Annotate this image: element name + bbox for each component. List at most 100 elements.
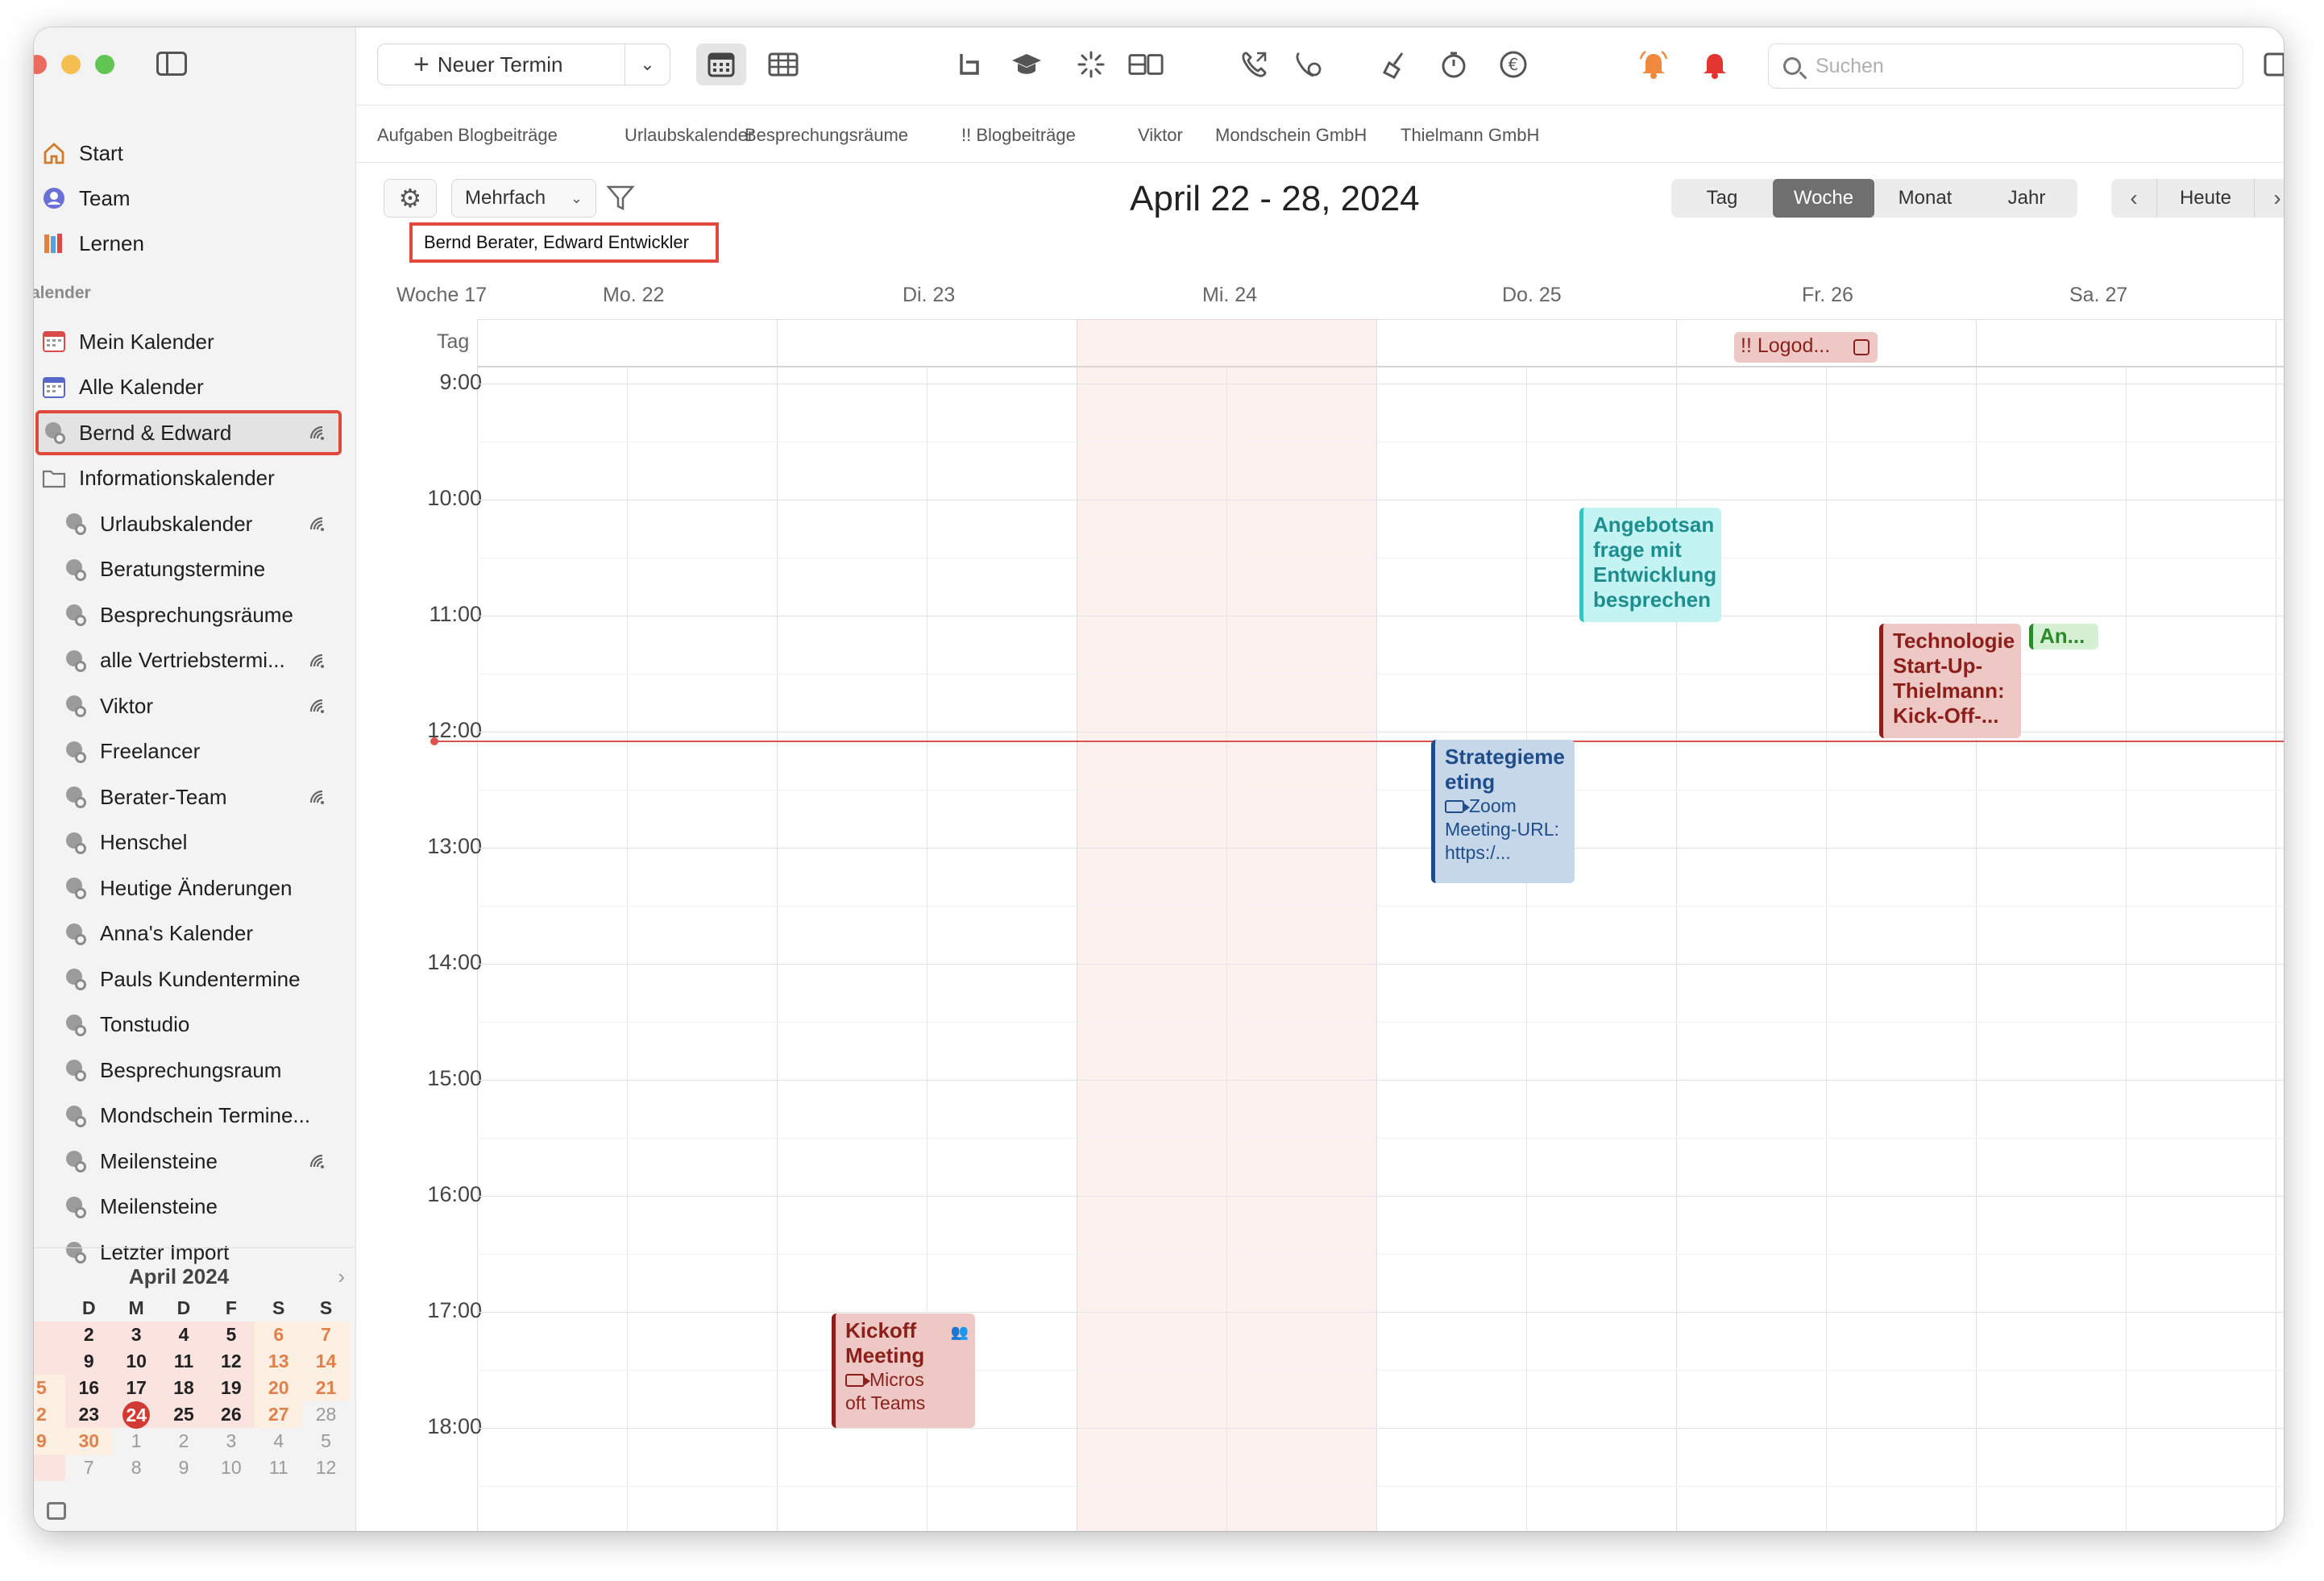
gear-icon[interactable]: ⚙ [384,179,437,218]
import-icon[interactable] [951,47,986,82]
mini-calendar-day[interactable]: 3 [112,1322,160,1348]
event-technologie[interactable]: Technologie Start-Up-Thielmann: Kick-Off… [1879,624,2021,738]
new-event-dropdown[interactable]: ⌄ [625,44,670,85]
event-strategiemeeting[interactable]: Strategiemeeting Zoom Meeting-URL: https… [1431,740,1575,883]
bell-orange-icon[interactable] [1636,47,1671,82]
calendar-view-icon[interactable] [47,1502,66,1520]
sidebar-item-team[interactable]: Team [40,177,340,219]
mini-calendar-day[interactable]: 7 [65,1454,113,1481]
sidebar-calendar-item[interactable]: Berater-Team [61,776,340,818]
mini-calendar-day[interactable]: 12 [207,1348,255,1375]
mini-calendar-day[interactable]: 13 [255,1348,303,1375]
sidebar-calendar-item[interactable]: Urlaubskalender [61,503,340,545]
euro-icon[interactable]: € [1496,47,1531,82]
mini-calendar-day[interactable]: 21 [302,1375,350,1401]
broom-icon[interactable] [1378,47,1413,82]
mini-calendar-day[interactable]: 27 [255,1401,303,1428]
zoom-window-button[interactable] [95,55,114,74]
view-tab-jahr[interactable]: Jahr [1976,179,2077,218]
mini-calendar-day[interactable]: 7 [302,1322,350,1348]
view-tab-monat[interactable]: Monat [1874,179,1976,218]
mini-calendar-day[interactable]: 16 [64,1375,113,1401]
sidebar-calendar-item[interactable]: Anna's Kalender [61,913,340,955]
sidebar-calendar-item[interactable]: Alle Kalender [40,367,340,409]
sidebar-calendar-item[interactable]: Beratungstermine [61,549,340,591]
sidebar-calendar-item[interactable]: Besprechungsraum [61,1049,340,1091]
new-event-button[interactable]: + Neuer Termin ⌄ [377,44,670,85]
layout-icon[interactable] [1128,47,1164,82]
mini-calendar-day[interactable]: 9 [160,1454,208,1481]
favorite-item[interactable]: Viktor [1138,125,1183,146]
mini-calendar-day[interactable]: 9 [64,1348,113,1375]
view-tab-woche[interactable]: Woche [1773,179,1874,218]
day-header[interactable]: Do. 25 [1502,284,1562,307]
sidebar-calendar-item[interactable]: Mondschein Termine... [61,1095,340,1137]
mini-calendar-day[interactable]: 1 [113,1428,160,1454]
graduation-cap-icon[interactable] [1009,47,1044,82]
filter-icon[interactable] [606,184,635,213]
mini-calendar-day[interactable]: 24 [112,1401,160,1429]
mini-calendar-day[interactable]: 10 [207,1454,255,1481]
mini-calendar-day[interactable]: 11 [255,1454,302,1481]
mini-calendar-day[interactable]: 17 [112,1375,160,1401]
previous-week-button[interactable]: ‹ [2111,179,2156,218]
mini-calendar-day[interactable]: 26 [207,1401,255,1428]
sidebar-calendar-item[interactable]: Mein Kalender [40,321,340,363]
sidebar-item-lernen[interactable]: Lernen [40,222,340,264]
sidebar-calendar-item[interactable]: Henschel [61,822,340,864]
mini-calendar-day[interactable]: 8 [113,1454,160,1481]
timer-icon[interactable] [1436,47,1471,82]
mini-calendar-day[interactable]: 30 [64,1428,113,1454]
sidebar-calendar-item[interactable]: alle Vertriebstermi... [61,640,340,682]
mini-calendar-day[interactable]: 11 [160,1348,208,1375]
sidebar-calendar-item[interactable]: Viktor [61,685,340,727]
mini-calendar-day[interactable]: 10 [112,1348,160,1375]
close-window-button[interactable] [34,55,47,74]
mini-calendar-day[interactable]: 28 [302,1401,350,1428]
table-view-icon[interactable] [766,47,801,82]
loading-spinner-icon[interactable] [1073,47,1109,82]
mini-calendar-day[interactable]: 25 [160,1401,208,1428]
phone-call-icon[interactable] [1236,47,1272,82]
sidebar-calendar-item[interactable]: Freelancer [61,731,340,773]
search-input[interactable]: Suchen [1768,44,2243,89]
sidebar-calendar-item[interactable]: Pauls Kundentermine [61,958,340,1000]
sidebar-calendar-item[interactable]: Besprechungsräume [61,594,340,636]
mini-calendar-day[interactable]: 19 [207,1375,255,1401]
sidebar-calendar-item[interactable]: Informationskalender [40,458,340,500]
favorite-item[interactable]: Urlaubskalender [625,125,753,146]
event-an[interactable]: An... [2029,624,2098,649]
favorite-item[interactable]: Thielmann GmbH [1401,125,1539,146]
mini-calendar-day[interactable]: 5 [34,1375,65,1401]
calendar-view-toggle-icon[interactable] [696,44,746,85]
mini-calendar-day[interactable]: 2 [160,1428,208,1454]
checkbox-icon[interactable] [1853,339,1870,355]
mini-calendar-day[interactable]: 2 [34,1401,65,1428]
event-logod[interactable]: !! Logod... [1734,332,1878,363]
favorite-item[interactable]: Besprechungsräume [745,125,908,146]
mini-calendar-next-icon[interactable]: › [338,1264,345,1289]
mini-calendar-day[interactable]: 20 [255,1375,303,1401]
mode-select[interactable]: Mehrfach ⌄ [451,179,596,218]
day-header[interactable]: Mo. 22 [603,284,664,307]
sidebar-item-start[interactable]: Start [40,132,340,174]
minimize-window-button[interactable] [61,55,81,74]
day-header[interactable]: Sa. 27 [2069,284,2127,307]
mini-calendar-day[interactable]: 6 [255,1322,303,1348]
day-header[interactable]: Mi. 24 [1202,284,1257,307]
mini-calendar-day[interactable]: 2 [64,1322,113,1348]
favorite-item[interactable]: Aufgaben Blogbeiträge [377,125,558,146]
mini-calendar-day[interactable]: 4 [160,1322,208,1348]
sidebar-toggle-icon[interactable] [156,52,187,76]
sidebar-calendar-item[interactable]: Meilensteine [61,1140,340,1182]
event-angebotsanfrage[interactable]: Angebotsan frage mit Entwicklung besprec… [1579,508,1721,622]
bell-red-icon[interactable] [1697,47,1733,82]
today-button[interactable]: Heute [2156,179,2255,218]
day-header[interactable]: Fr. 26 [1802,284,1853,307]
view-tab-tag[interactable]: Tag [1671,179,1773,218]
mini-calendar-day[interactable]: 5 [207,1322,255,1348]
sidebar-calendar-item[interactable]: Bernd & Edward [35,410,342,455]
favorite-item[interactable]: Mondschein GmbH [1215,125,1367,146]
mini-calendar-day[interactable]: 9 [34,1428,65,1454]
sidebar-calendar-item[interactable]: Heutige Änderungen [61,867,340,909]
